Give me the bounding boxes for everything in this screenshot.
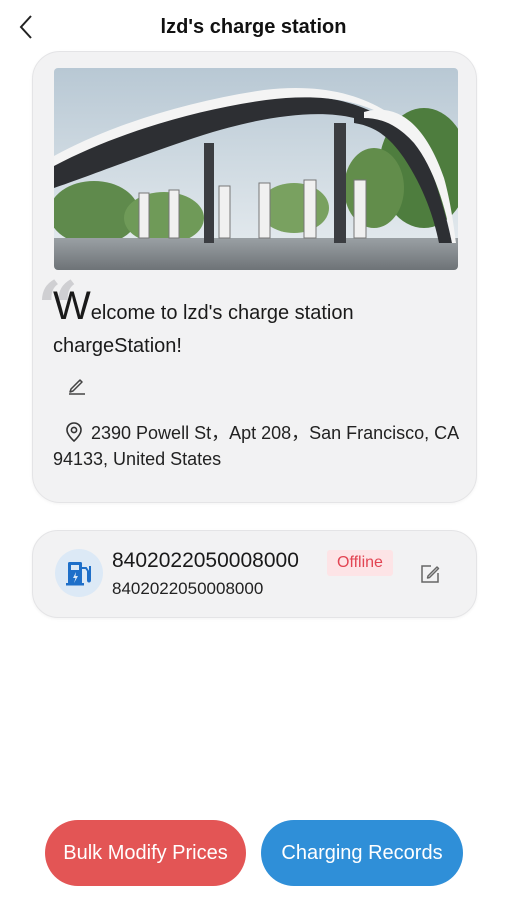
station-card: “ Welcome to lzd's charge station charge… — [32, 51, 477, 503]
edit-device-button[interactable] — [419, 563, 441, 585]
station-address: 2390 Powell St，Apt 208，San Francisco, CA… — [53, 420, 463, 472]
address-text: 2390 Powell St，Apt 208，San Francisco, CA… — [53, 423, 459, 469]
device-name: 8402022050008000 — [112, 549, 299, 572]
charging-records-button[interactable]: Charging Records — [261, 820, 463, 886]
charging-pile-icon — [66, 562, 91, 586]
pencil-icon — [69, 379, 85, 395]
page-title: lzd's charge station — [160, 16, 347, 38]
device-id: 8402022050008000 — [112, 579, 264, 598]
station-photo — [54, 68, 458, 270]
status-badge: Offline — [327, 550, 393, 576]
welcome-text: elcome to lzd's charge station chargeSta… — [53, 302, 354, 357]
device-card[interactable]: 8402022050008000 8402022050008000 Offlin… — [32, 530, 477, 618]
header: lzd's charge station — [0, 0, 507, 56]
map-pin-icon — [66, 422, 82, 442]
device-icon — [55, 549, 103, 597]
welcome-first-letter: W — [53, 284, 91, 328]
bulk-modify-prices-button[interactable]: Bulk Modify Prices — [45, 820, 246, 886]
welcome-message: Welcome to lzd's charge station chargeSt… — [53, 286, 453, 363]
edit-square-icon — [421, 565, 440, 583]
edit-welcome-button[interactable] — [66, 374, 88, 396]
